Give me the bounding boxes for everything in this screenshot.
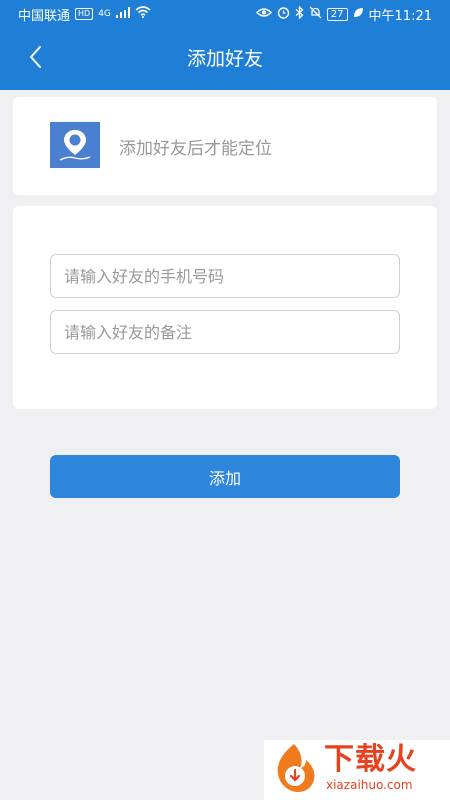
leaf-icon: [353, 7, 364, 22]
signal-icon: [115, 6, 130, 22]
form-card: [13, 206, 437, 409]
flame-icon: [268, 740, 320, 800]
clock-time: 中午11:21: [368, 8, 432, 24]
alarm-icon: [277, 6, 290, 23]
status-right: 27 中午11:21: [255, 4, 432, 24]
page-title: 添加好友: [186, 48, 263, 70]
watermark-domain: xiazaihuo.com: [326, 778, 413, 792]
header-bar: 添加好友: [0, 28, 450, 90]
carrier-label: 中国联通: [18, 8, 71, 24]
watermark-brand: 下载火: [324, 742, 417, 777]
watermark-text: 下载火 xiazaihuo.com: [324, 742, 417, 792]
phone-input[interactable]: [50, 254, 400, 298]
wifi-icon: [135, 6, 151, 22]
info-card: 添加好友后才能定位: [13, 97, 437, 195]
battery-level: 27: [326, 7, 348, 21]
status-bar: 中国联通 HD 4G 27 中午11:21: [0, 0, 450, 28]
map-pin-icon: [50, 122, 100, 168]
watermark-logo: 下载火 xiazaihuo.com: [264, 740, 450, 800]
bluetooth-icon: [295, 4, 304, 23]
add-button[interactable]: 添加: [50, 455, 400, 498]
status-left: 中国联通 HD 4G: [18, 5, 151, 24]
hd-badge: HD: [75, 8, 94, 20]
eye-icon: [255, 7, 272, 22]
mute-icon: [309, 6, 322, 23]
note-input[interactable]: [50, 310, 400, 354]
info-text: 添加好友后才能定位: [119, 139, 272, 159]
network-type: 4G: [98, 9, 111, 19]
